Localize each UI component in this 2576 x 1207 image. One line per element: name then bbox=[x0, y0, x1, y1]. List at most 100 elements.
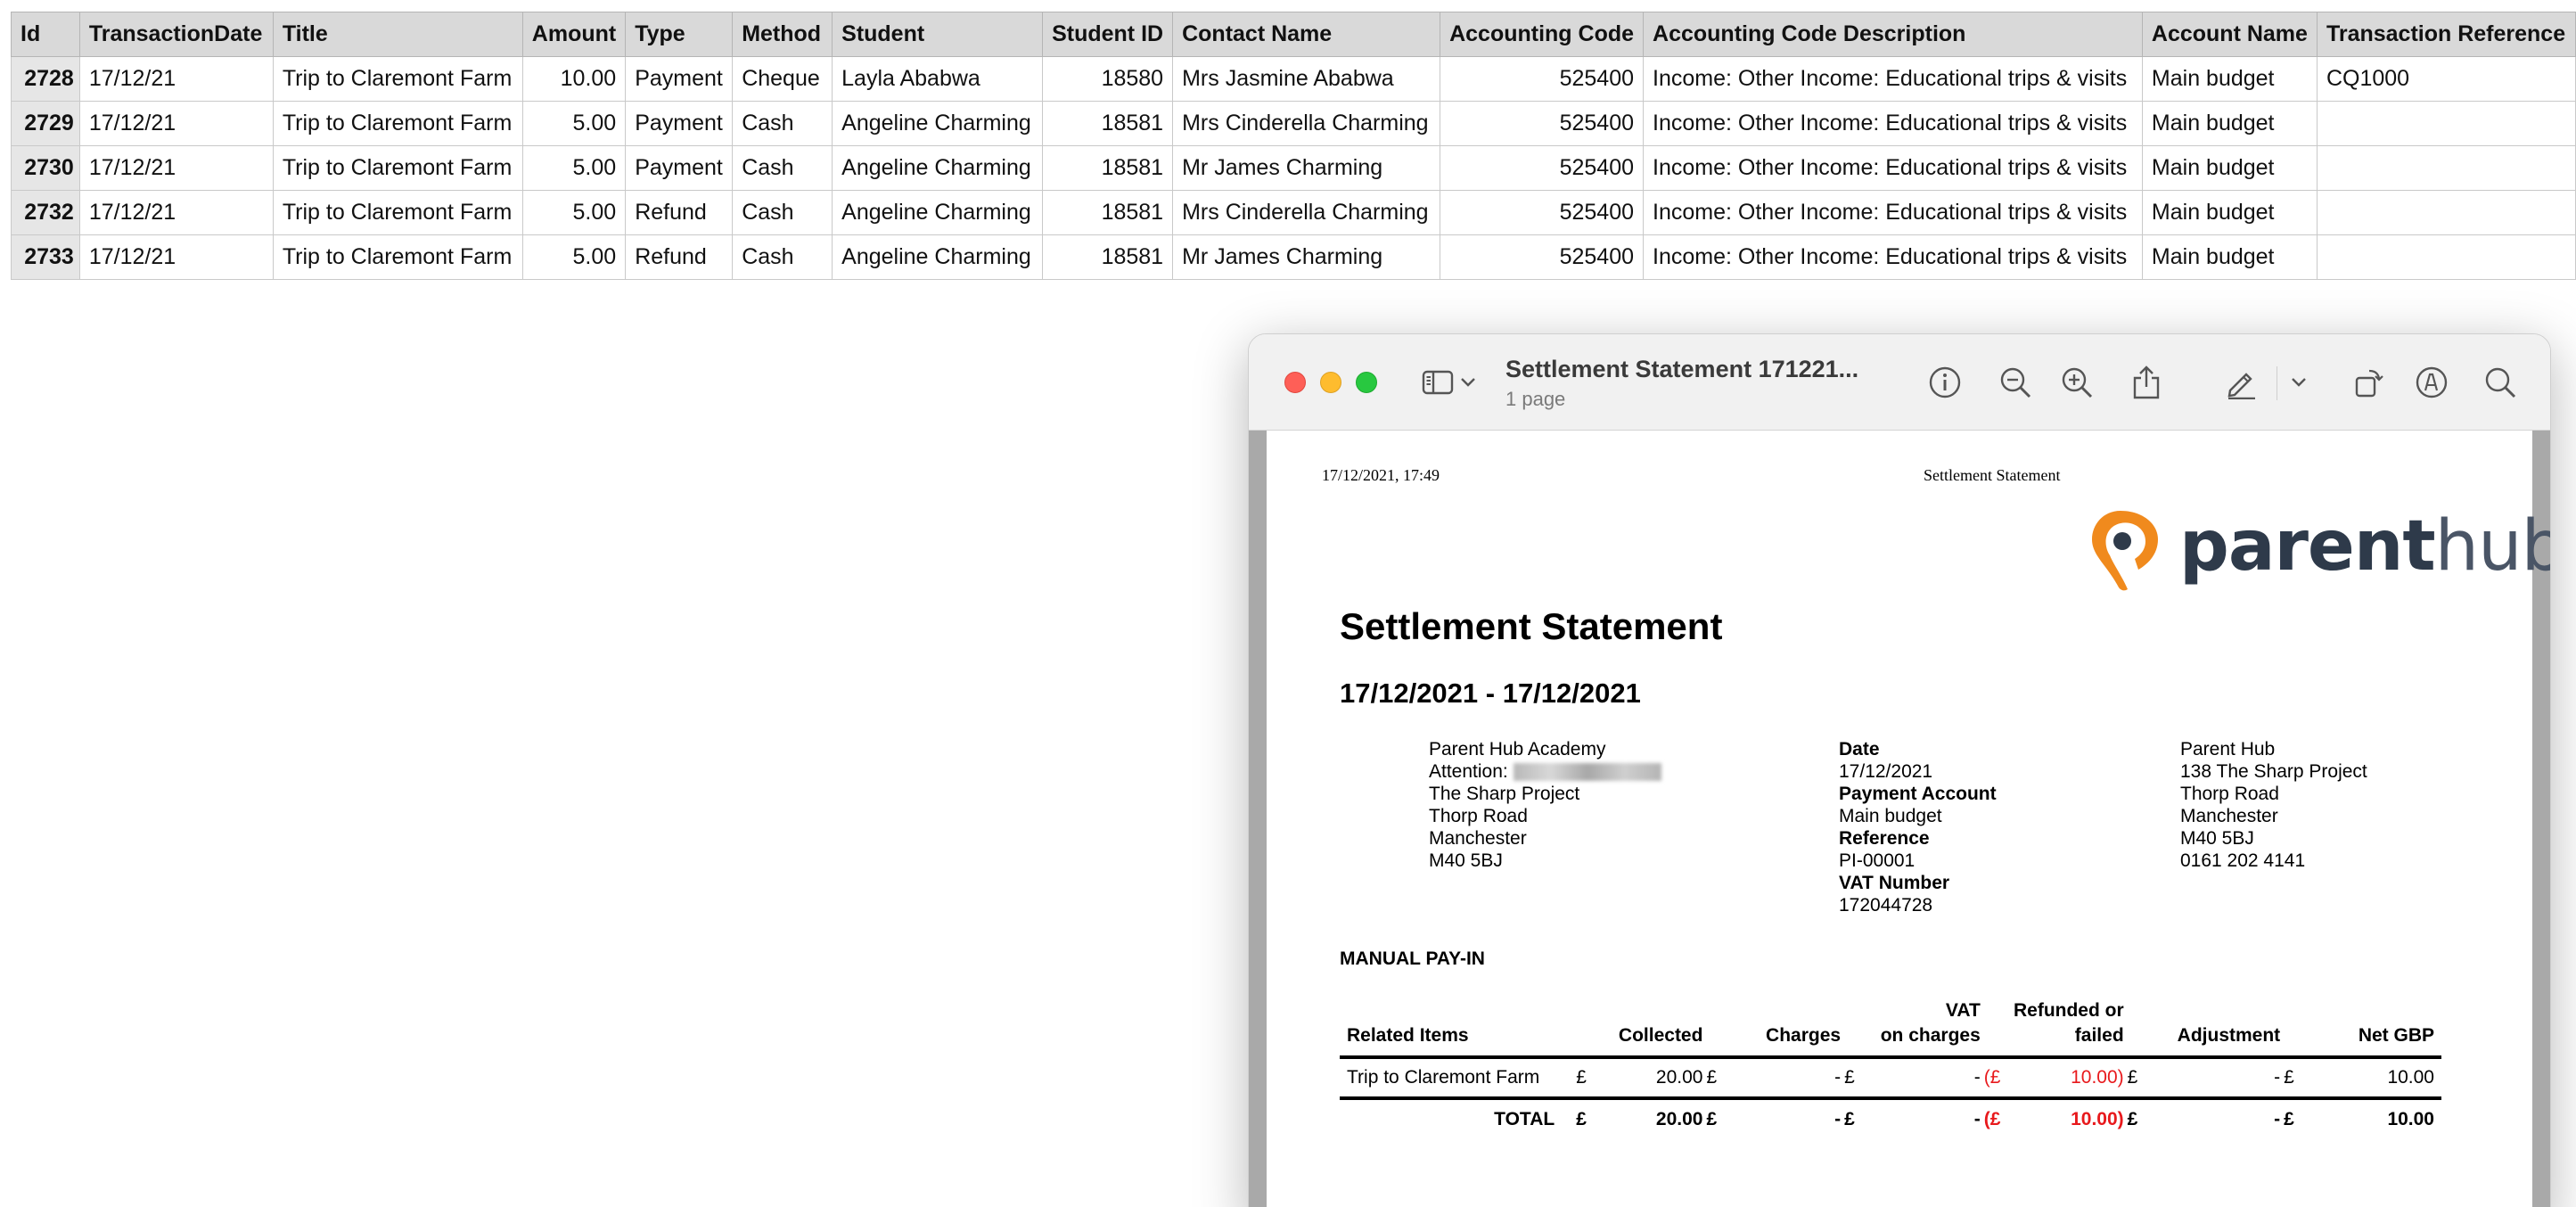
cell-id[interactable]: 2728 bbox=[11, 56, 80, 102]
cell-title[interactable]: Trip to Claremont Farm bbox=[272, 145, 523, 191]
cell-transaction-reference[interactable] bbox=[2316, 101, 2576, 146]
reference-label: Reference bbox=[1839, 828, 1930, 849]
sidebar-icon[interactable] bbox=[1420, 363, 1456, 402]
cell-accounting-code-description[interactable]: Income: Other Income: Educational trips … bbox=[1643, 101, 2143, 146]
cell-contact-name[interactable]: Mr James Charming bbox=[1172, 234, 1441, 280]
window-titlebar[interactable]: Settlement Statement 171221... 1 page bbox=[1249, 334, 2550, 431]
column-header-amount[interactable]: Amount bbox=[521, 12, 627, 57]
cell-accounting-code-description[interactable]: Income: Other Income: Educational trips … bbox=[1643, 234, 2143, 280]
rotate-icon[interactable] bbox=[2349, 363, 2388, 402]
cell-account-name[interactable]: Main budget bbox=[2141, 145, 2318, 191]
column-header-id[interactable]: Id bbox=[11, 12, 80, 57]
cell-account-name[interactable]: Main budget bbox=[2141, 101, 2318, 146]
cell-contact-name[interactable]: Mrs Cinderella Charming bbox=[1172, 101, 1441, 146]
currency-symbol: £ bbox=[1706, 1109, 1718, 1129]
share-icon[interactable] bbox=[2127, 363, 2166, 402]
minimize-window-button[interactable] bbox=[1320, 372, 1341, 393]
cell-type[interactable]: Refund bbox=[625, 190, 734, 235]
cell-student[interactable]: Angeline Charming bbox=[832, 234, 1044, 280]
annotate-icon[interactable] bbox=[2412, 363, 2451, 402]
cell-type[interactable]: Payment bbox=[625, 56, 734, 102]
column-header-account-name[interactable]: Account Name bbox=[2141, 12, 2318, 57]
cell-accounting-code[interactable]: 525400 bbox=[1440, 190, 1645, 235]
cell-method[interactable]: Cash bbox=[732, 145, 833, 191]
cell-transaction-date[interactable]: 17/12/21 bbox=[78, 145, 274, 191]
cell-amount[interactable]: 5.00 bbox=[521, 145, 627, 191]
cell-id[interactable]: 2730 bbox=[11, 145, 80, 191]
cell-accounting-code[interactable]: 525400 bbox=[1440, 101, 1645, 146]
chevron-down-icon[interactable] bbox=[1457, 363, 1479, 402]
cell-account-name[interactable]: Main budget bbox=[2141, 234, 2318, 280]
cell-contact-name[interactable]: Mrs Cinderella Charming bbox=[1172, 190, 1441, 235]
cell-transaction-reference[interactable] bbox=[2316, 234, 2576, 280]
close-window-button[interactable] bbox=[1284, 372, 1306, 393]
cell-method[interactable]: Cheque bbox=[732, 56, 833, 102]
cell-student-id[interactable]: 18581 bbox=[1042, 145, 1174, 191]
currency-symbol: £ bbox=[2127, 1109, 2138, 1129]
cell-contact-name[interactable]: Mr James Charming bbox=[1172, 145, 1441, 191]
markup-pen-icon[interactable] bbox=[2222, 363, 2261, 402]
cell-amount[interactable]: 5.00 bbox=[521, 190, 627, 235]
cell-title[interactable]: Trip to Claremont Farm bbox=[272, 56, 523, 102]
cell-student-id[interactable]: 18581 bbox=[1042, 190, 1174, 235]
column-header-type[interactable]: Type bbox=[625, 12, 734, 57]
column-header-student-id[interactable]: Student ID bbox=[1042, 12, 1174, 57]
cell-accounting-code-description[interactable]: Income: Other Income: Educational trips … bbox=[1643, 56, 2143, 102]
cell-id[interactable]: 2729 bbox=[11, 101, 80, 146]
column-header-method[interactable]: Method bbox=[732, 12, 833, 57]
column-header-title[interactable]: Title bbox=[272, 12, 523, 57]
info-icon[interactable] bbox=[1925, 363, 1965, 402]
zoom-window-button[interactable] bbox=[1356, 372, 1377, 393]
cell-title[interactable]: Trip to Claremont Farm bbox=[272, 234, 523, 280]
table-row: 2729 17/12/21 Trip to Claremont Farm 5.0… bbox=[11, 101, 2576, 146]
cell-method[interactable]: Cash bbox=[732, 190, 833, 235]
zoom-out-icon[interactable] bbox=[1996, 363, 2035, 402]
cell-accounting-code[interactable]: 525400 bbox=[1440, 56, 1645, 102]
cell-student[interactable]: Angeline Charming bbox=[832, 101, 1044, 146]
cell-student[interactable]: Angeline Charming bbox=[832, 145, 1044, 191]
cell-title[interactable]: Trip to Claremont Farm bbox=[272, 101, 523, 146]
cell-student-id[interactable]: 18580 bbox=[1042, 56, 1174, 102]
document-viewport[interactable]: 17/12/2021, 17:49 Settlement Statement p… bbox=[1249, 431, 2550, 1207]
column-header-transaction-date[interactable]: TransactionDate bbox=[78, 12, 274, 57]
cell-amount[interactable]: 5.00 bbox=[521, 234, 627, 280]
cell-student[interactable]: Angeline Charming bbox=[832, 190, 1044, 235]
zoom-in-icon[interactable] bbox=[2057, 363, 2096, 402]
chevron-down-icon[interactable] bbox=[2288, 363, 2309, 402]
cell-title[interactable]: Trip to Claremont Farm bbox=[272, 190, 523, 235]
cell-student[interactable]: Layla Ababwa bbox=[832, 56, 1044, 102]
column-header-student[interactable]: Student bbox=[832, 12, 1044, 57]
cell-account-name[interactable]: Main budget bbox=[2141, 190, 2318, 235]
cell-amount[interactable]: 10.00 bbox=[521, 56, 627, 102]
cell-method[interactable]: Cash bbox=[732, 101, 833, 146]
cell-type[interactable]: Payment bbox=[625, 101, 734, 146]
cell-accounting-code[interactable]: 525400 bbox=[1440, 145, 1645, 191]
recipient-line1: The Sharp Project bbox=[1429, 784, 1580, 804]
search-icon[interactable] bbox=[2481, 363, 2520, 402]
cell-account-name[interactable]: Main budget bbox=[2141, 56, 2318, 102]
cell-type[interactable]: Payment bbox=[625, 145, 734, 191]
column-header-accounting-code[interactable]: Accounting Code bbox=[1440, 12, 1645, 57]
cell-student-id[interactable]: 18581 bbox=[1042, 234, 1174, 280]
cell-id[interactable]: 2733 bbox=[11, 234, 80, 280]
cell-accounting-code[interactable]: 525400 bbox=[1440, 234, 1645, 280]
cell-transaction-date[interactable]: 17/12/21 bbox=[78, 101, 274, 146]
cell-amount[interactable]: 5.00 bbox=[521, 101, 627, 146]
cell-transaction-reference[interactable] bbox=[2316, 190, 2576, 235]
cell-transaction-reference[interactable]: CQ1000 bbox=[2316, 56, 2576, 102]
cell-student-id[interactable]: 18581 bbox=[1042, 101, 1174, 146]
column-header-contact-name[interactable]: Contact Name bbox=[1172, 12, 1441, 57]
cell-id[interactable]: 2732 bbox=[11, 190, 80, 235]
cell-accounting-code-description[interactable]: Income: Other Income: Educational trips … bbox=[1643, 190, 2143, 235]
column-header-accounting-code-description[interactable]: Accounting Code Description bbox=[1643, 12, 2143, 57]
cell-contact-name[interactable]: Mrs Jasmine Ababwa bbox=[1172, 56, 1441, 102]
cell-transaction-date[interactable]: 17/12/21 bbox=[78, 234, 274, 280]
attention-label: Attention: bbox=[1429, 761, 1508, 782]
cell-transaction-date[interactable]: 17/12/21 bbox=[78, 190, 274, 235]
column-header-transaction-reference[interactable]: Transaction Reference bbox=[2316, 12, 2576, 57]
cell-transaction-reference[interactable] bbox=[2316, 145, 2576, 191]
cell-transaction-date[interactable]: 17/12/21 bbox=[78, 56, 274, 102]
cell-type[interactable]: Refund bbox=[625, 234, 734, 280]
cell-accounting-code-description[interactable]: Income: Other Income: Educational trips … bbox=[1643, 145, 2143, 191]
cell-method[interactable]: Cash bbox=[732, 234, 833, 280]
